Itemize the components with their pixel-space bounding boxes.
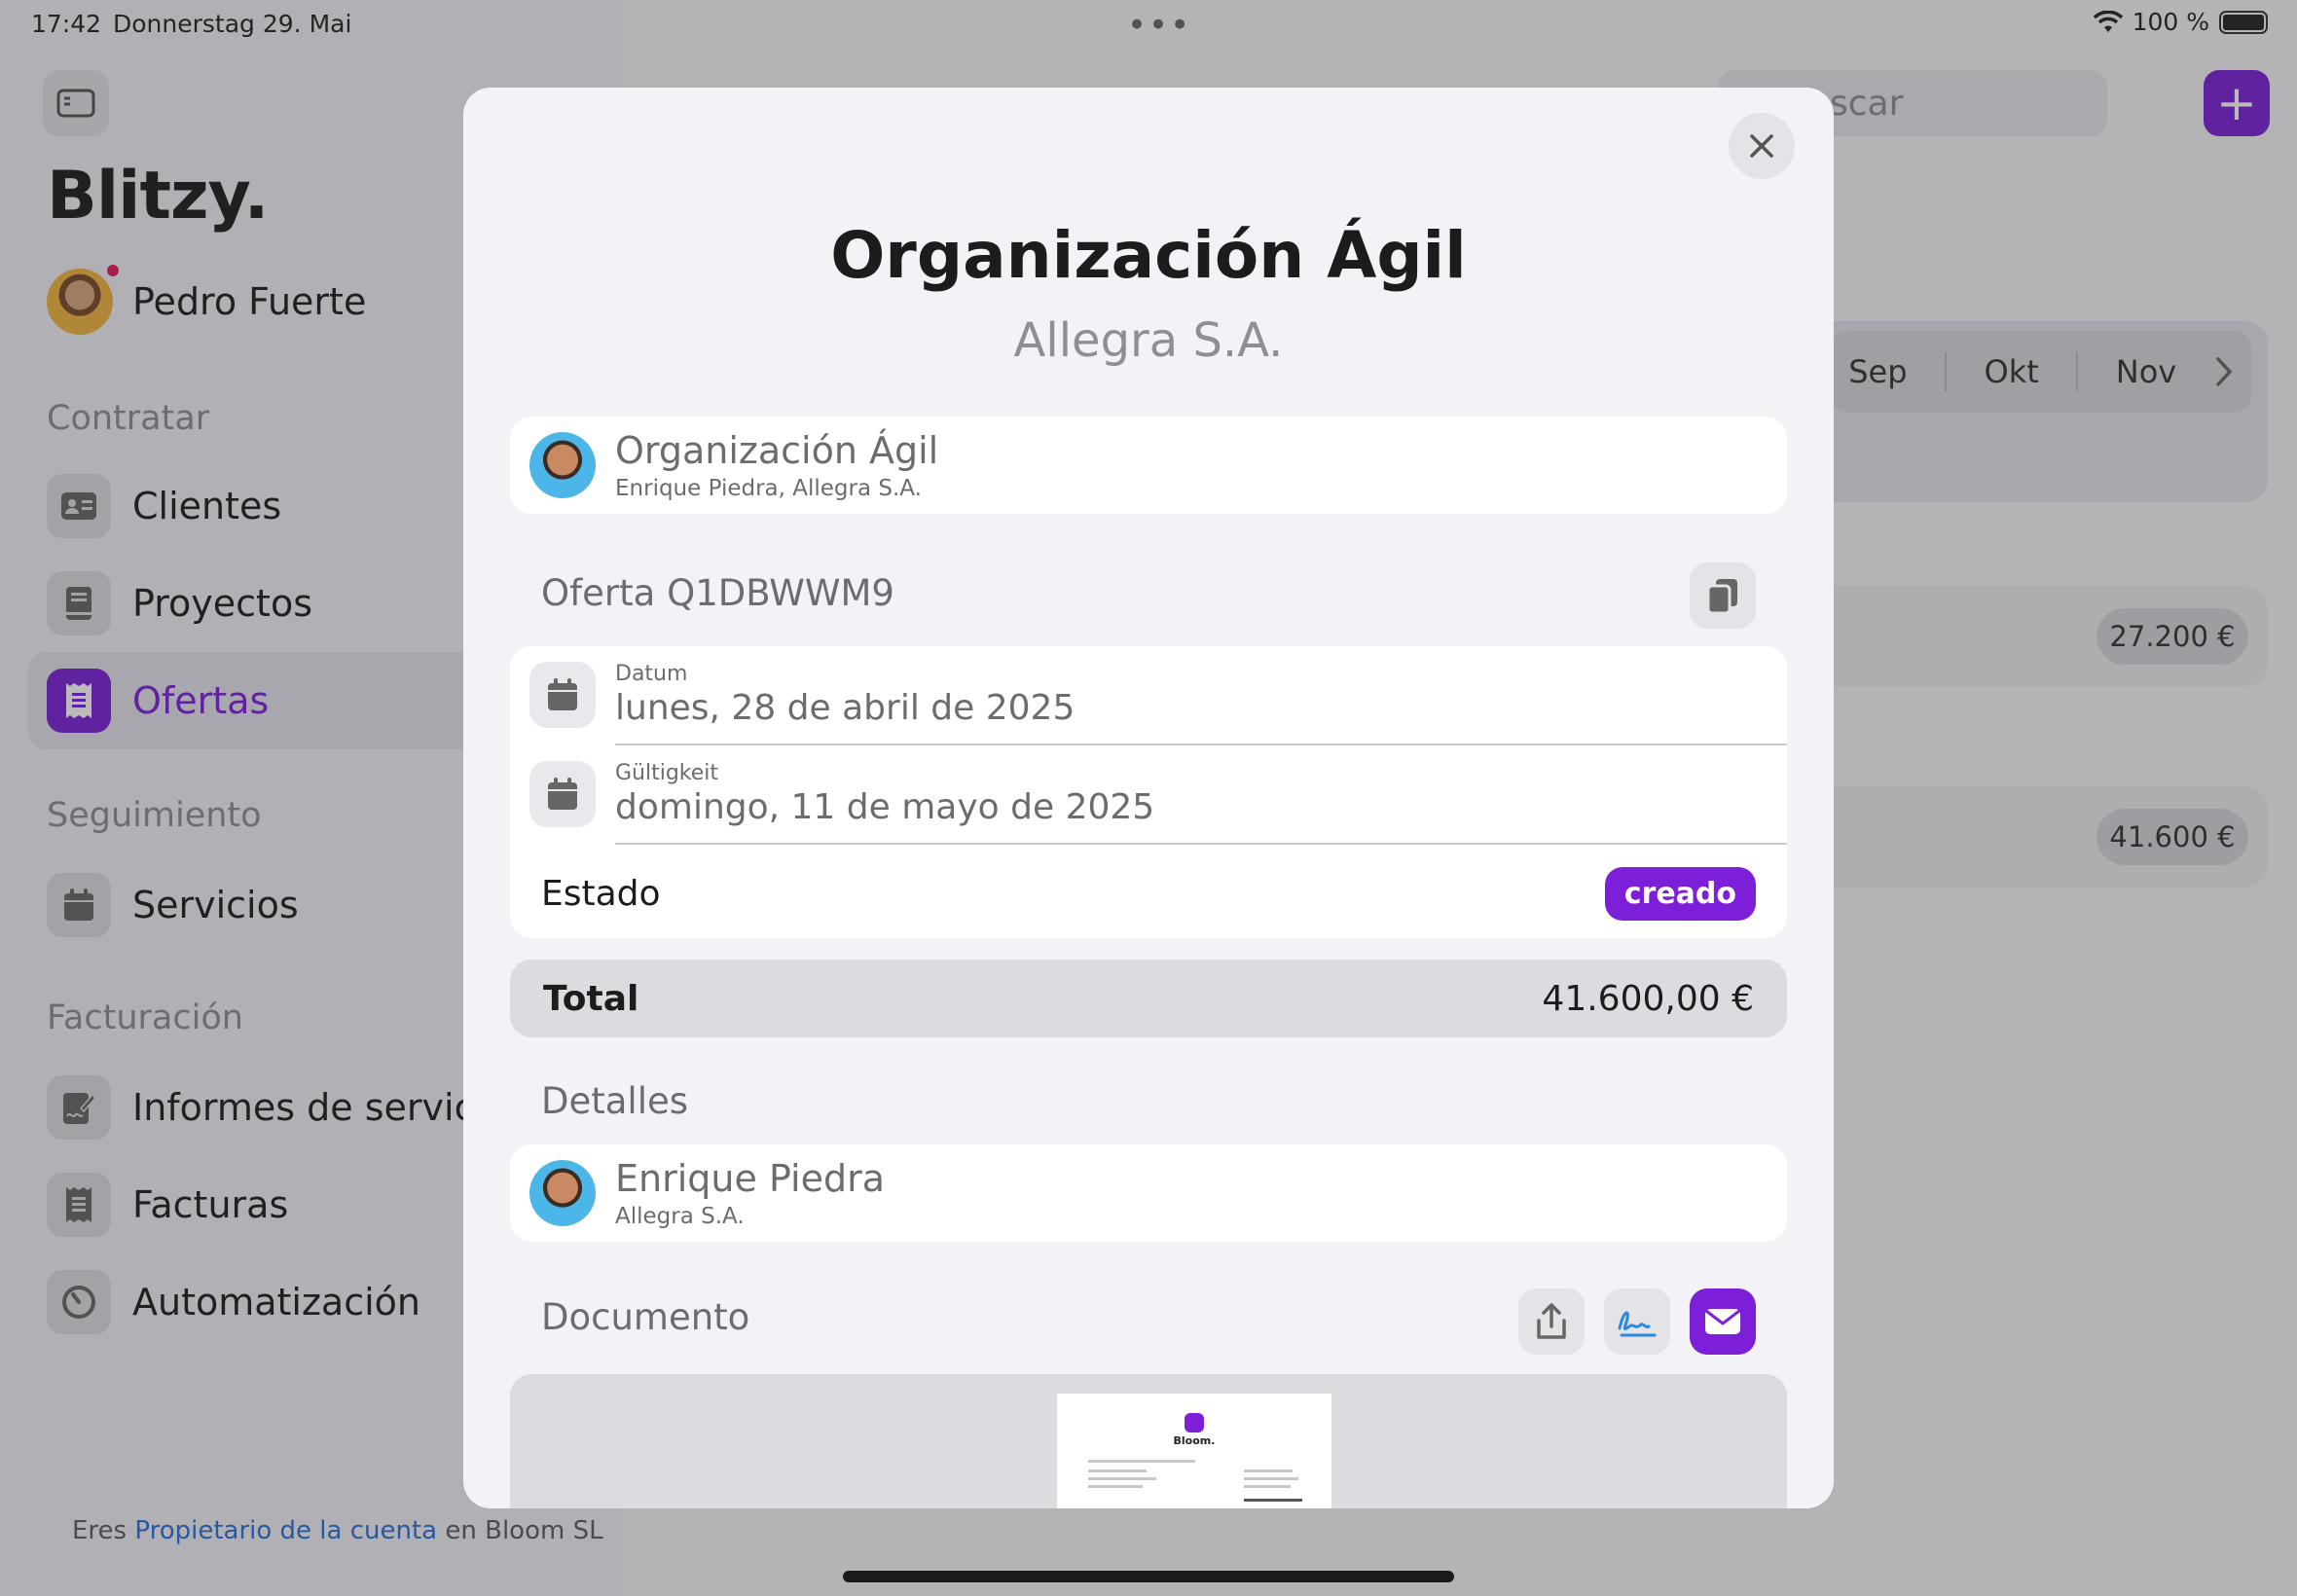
doc-text-line (1088, 1477, 1156, 1480)
avatar (529, 1160, 596, 1226)
project-card[interactable]: Organización Ágil Enrique Piedra, Allegr… (510, 417, 1787, 514)
home-indicator[interactable] (843, 1571, 1454, 1582)
doc-text-line (1244, 1477, 1298, 1480)
document-brand: Bloom. (1173, 1434, 1216, 1447)
envelope-icon (1705, 1309, 1740, 1334)
doc-text-line (1088, 1460, 1195, 1463)
doc-text-line (1088, 1469, 1147, 1472)
total-value: 41.600,00 € (1542, 978, 1754, 1019)
doc-text-line (1244, 1469, 1293, 1472)
close-button[interactable] (1729, 113, 1795, 179)
status-badge[interactable]: creado (1604, 866, 1756, 921)
signature-icon (1618, 1311, 1657, 1337)
project-name: Organización Ágil (615, 429, 939, 472)
details-heading: Detalles (541, 1080, 689, 1122)
calendar-icon (529, 761, 596, 827)
email-button[interactable] (1690, 1288, 1756, 1355)
date-label: Datum (615, 662, 688, 686)
document-page-thumbnail: Bloom. (1057, 1394, 1331, 1508)
modal-subtitle: Allegra S.A. (1013, 313, 1284, 368)
calendar-icon (529, 662, 596, 728)
signature-button[interactable] (1604, 1288, 1670, 1355)
offer-detail-modal: Organización Ágil Allegra S.A. Organizac… (463, 88, 1834, 1508)
status-label: Estado (541, 873, 661, 914)
bloom-logo-icon (1185, 1413, 1204, 1433)
share-icon (1537, 1303, 1566, 1339)
contact-card[interactable]: Enrique Piedra Allegra S.A. (510, 1144, 1787, 1242)
validity-value: domingo, 11 de mayo de 2025 (615, 787, 1155, 827)
close-icon (1750, 134, 1773, 158)
total-label: Total (543, 978, 639, 1019)
project-detail: Enrique Piedra, Allegra S.A. (615, 476, 922, 501)
copy-button[interactable] (1690, 562, 1756, 629)
status-row: Estado creado (510, 845, 1787, 942)
contact-company: Allegra S.A. (615, 1204, 745, 1229)
validity-row[interactable]: Gültigkeit domingo, 11 de mayo de 2025 (510, 745, 1787, 843)
document-heading: Documento (541, 1296, 750, 1338)
validity-label: Gültigkeit (615, 761, 719, 785)
doc-text-line (1244, 1499, 1302, 1502)
contact-name: Enrique Piedra (615, 1157, 885, 1200)
offer-number: Oferta Q1DBWWM9 (541, 572, 894, 614)
date-value: lunes, 28 de abril de 2025 (615, 688, 1076, 728)
document-preview[interactable]: Bloom. (510, 1374, 1787, 1508)
modal-title: Organización Ágil (830, 218, 1467, 293)
doc-text-line (1088, 1485, 1143, 1488)
total-row: Total 41.600,00 € (510, 960, 1787, 1037)
share-button[interactable] (1518, 1288, 1585, 1355)
offer-info-card: Datum lunes, 28 de abril de 2025 Gültigk… (510, 646, 1787, 938)
date-row[interactable]: Datum lunes, 28 de abril de 2025 (510, 646, 1787, 744)
copy-icon (1706, 579, 1737, 614)
avatar (529, 432, 596, 498)
doc-text-line (1244, 1485, 1291, 1488)
